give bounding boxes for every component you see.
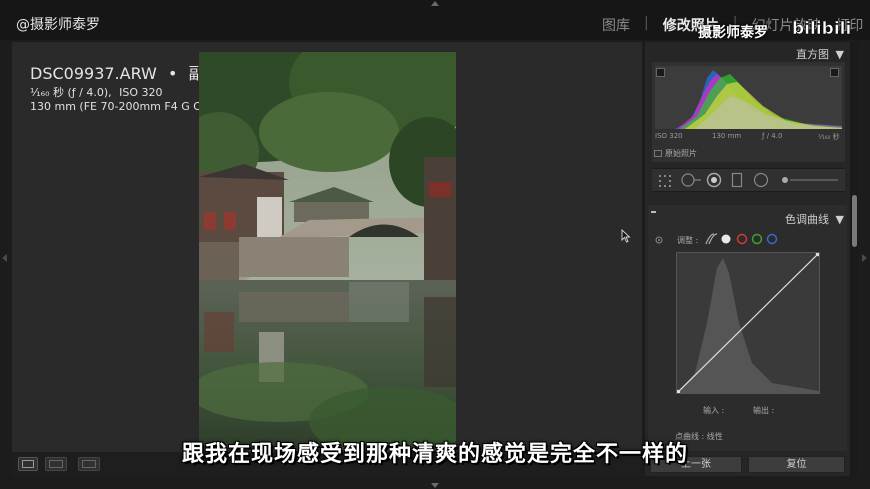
histogram-curves <box>675 70 842 129</box>
curve-adjust-label: 调整 : <box>677 236 699 245</box>
spot-removal-icon[interactable] <box>680 172 702 188</box>
collapse-triangle-icon: ▼ <box>835 213 844 226</box>
histogram-header[interactable]: 直方图 ▼ <box>796 46 844 62</box>
mouse-cursor-icon <box>621 229 631 243</box>
lens-info: 130 mm (FE 70-200mm F4 G OSS) <box>30 100 221 113</box>
graduated-filter-icon[interactable] <box>731 172 743 188</box>
crop-grid-icon[interactable] <box>658 174 672 188</box>
filename: DSC09937.ARW <box>30 64 157 83</box>
original-photo-label: 原始照片 <box>665 149 697 158</box>
target-adjust-icon[interactable] <box>655 236 663 244</box>
histogram-title: 直方图 <box>796 48 830 61</box>
photo-image[interactable] <box>199 52 456 452</box>
top-panel-toggle-icon[interactable] <box>431 1 439 6</box>
watermark-text: @摄影师泰罗 <box>16 17 100 33</box>
red-eye-icon[interactable] <box>706 172 722 188</box>
hist-iso: ISO 320 <box>655 132 683 140</box>
shadow-clipping-icon[interactable] <box>656 68 665 77</box>
adjustment-brush-slider-icon[interactable] <box>780 175 840 185</box>
video-subtitle: 跟我在现场感受到那种清爽的感觉是完全不一样的 <box>181 442 688 467</box>
green-channel-icon <box>751 233 763 245</box>
radial-filter-icon[interactable] <box>753 172 769 188</box>
parametric-curve-icon <box>705 233 718 245</box>
hist-shutter: ¹⁄₁₆₀ 秒 <box>818 133 840 141</box>
blue-channel-icon <box>766 233 778 245</box>
aperture-value: (ƒ / 4.0) <box>67 86 109 99</box>
rgb-channel-icon <box>721 234 731 244</box>
channel-name-overlay: 摄影师泰罗 <box>698 25 768 41</box>
exposure-info: ¹⁄₁₆₀ 秒 (ƒ / 4.0), ISO 320 <box>30 86 163 99</box>
hist-aperture: ƒ / 4.0 <box>762 132 783 140</box>
shutter-speed: ¹⁄₁₆₀ <box>30 86 50 99</box>
panel-switch-icon[interactable] <box>651 211 656 213</box>
bilibili-logo: bilibili <box>792 19 852 40</box>
iso-value: ISO 320 <box>119 86 163 99</box>
original-photo-checkbox[interactable] <box>654 150 662 157</box>
curve-input-label: 输入 : <box>703 406 725 415</box>
right-panel-scrollbar[interactable] <box>850 42 858 476</box>
right-panel-toggle-icon[interactable] <box>862 254 867 262</box>
tone-curve-plot <box>675 251 821 395</box>
filmstrip-toggle-icon[interactable] <box>431 483 439 488</box>
original-photo-toggle[interactable]: 原始照片 <box>654 148 697 159</box>
hist-focal: 130 mm <box>712 132 742 140</box>
collapse-triangle-icon: ▼ <box>835 48 844 61</box>
curve-output-label: 输出 : <box>753 406 775 415</box>
highlight-clipping-icon[interactable] <box>830 68 839 77</box>
shutter-unit: 秒 <box>52 86 64 99</box>
histogram-graph[interactable] <box>655 66 842 129</box>
curve-channel-selector[interactable] <box>704 233 780 245</box>
bilibili-logo-text: bilibili <box>792 19 851 39</box>
tone-curve-title: 色调曲线 <box>785 213 830 226</box>
module-separator: | <box>644 15 649 31</box>
info-separator: • <box>167 64 178 83</box>
red-channel-icon <box>736 233 748 245</box>
left-panel-toggle-icon[interactable] <box>2 254 7 262</box>
module-library[interactable]: 图库 <box>602 15 630 35</box>
tone-curve-graph[interactable] <box>675 251 821 395</box>
tone-curve-header[interactable]: 色调曲线 ▼ <box>785 211 844 227</box>
photo-illustration <box>199 52 456 452</box>
scrollbar-thumb[interactable] <box>852 195 857 247</box>
